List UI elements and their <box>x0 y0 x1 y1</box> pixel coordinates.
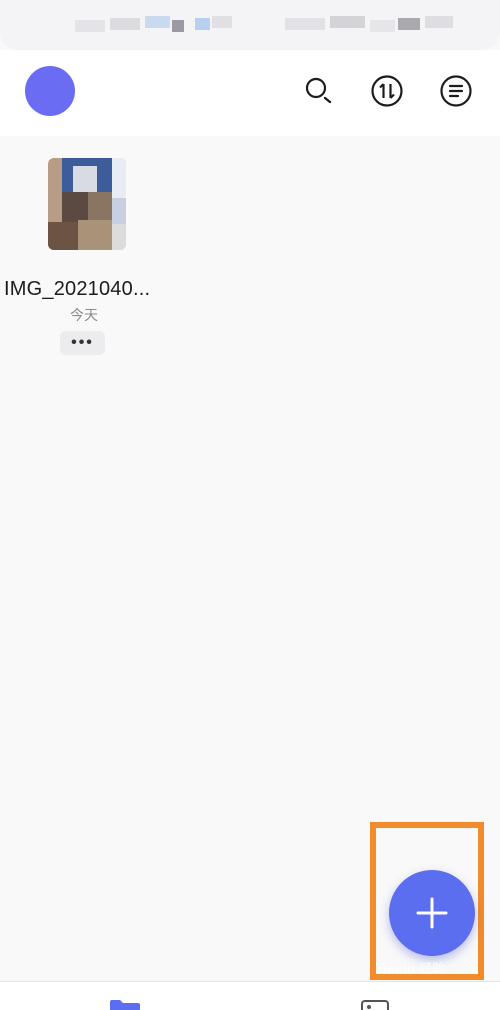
blurred-title-block <box>75 20 105 32</box>
tab-photos[interactable] <box>360 998 390 1010</box>
blurred-title-block <box>195 18 210 30</box>
blurred-title-block <box>398 18 420 30</box>
image-icon <box>361 1000 389 1010</box>
sort-icon <box>371 75 403 107</box>
avatar[interactable] <box>25 66 75 116</box>
search-button[interactable] <box>302 74 336 108</box>
file-date: 今天 <box>70 308 98 324</box>
header <box>0 50 500 136</box>
blurred-title-block <box>212 16 232 28</box>
thumbnail-block <box>88 192 112 220</box>
add-button[interactable] <box>389 870 475 956</box>
file-thumbnail[interactable] <box>48 158 126 250</box>
thumbnail-block <box>112 198 126 224</box>
tab-files[interactable] <box>108 998 142 1010</box>
thumbnail-block <box>112 224 126 250</box>
thumbnail-block <box>78 220 112 250</box>
thumbnail-block <box>48 222 78 250</box>
menu-button[interactable] <box>439 74 473 108</box>
folder-icon <box>110 1000 140 1010</box>
menu-icon <box>440 75 472 107</box>
status-bar <box>0 0 500 50</box>
blurred-title-block <box>285 18 325 30</box>
watermark: Baidu 经验 <box>378 962 446 977</box>
sort-button[interactable] <box>370 74 404 108</box>
blurred-title-block <box>330 16 365 28</box>
blurred-title-block <box>110 18 140 30</box>
thumbnail-block <box>112 158 126 198</box>
blurred-title-block <box>145 16 170 28</box>
blurred-title-block <box>172 20 184 32</box>
file-name[interactable]: IMG_2021040... <box>4 278 164 301</box>
thumbnail-block <box>62 192 88 222</box>
app-screen: IMG_2021040... 今天 ••• Baidu 经验 <box>0 0 500 1010</box>
search-icon <box>305 77 332 104</box>
bottom-tab-bar <box>0 981 500 1010</box>
more-options-button[interactable]: ••• <box>60 331 105 355</box>
blurred-title-block <box>425 16 453 28</box>
plus-icon <box>416 897 448 929</box>
blurred-title-block <box>370 20 395 32</box>
